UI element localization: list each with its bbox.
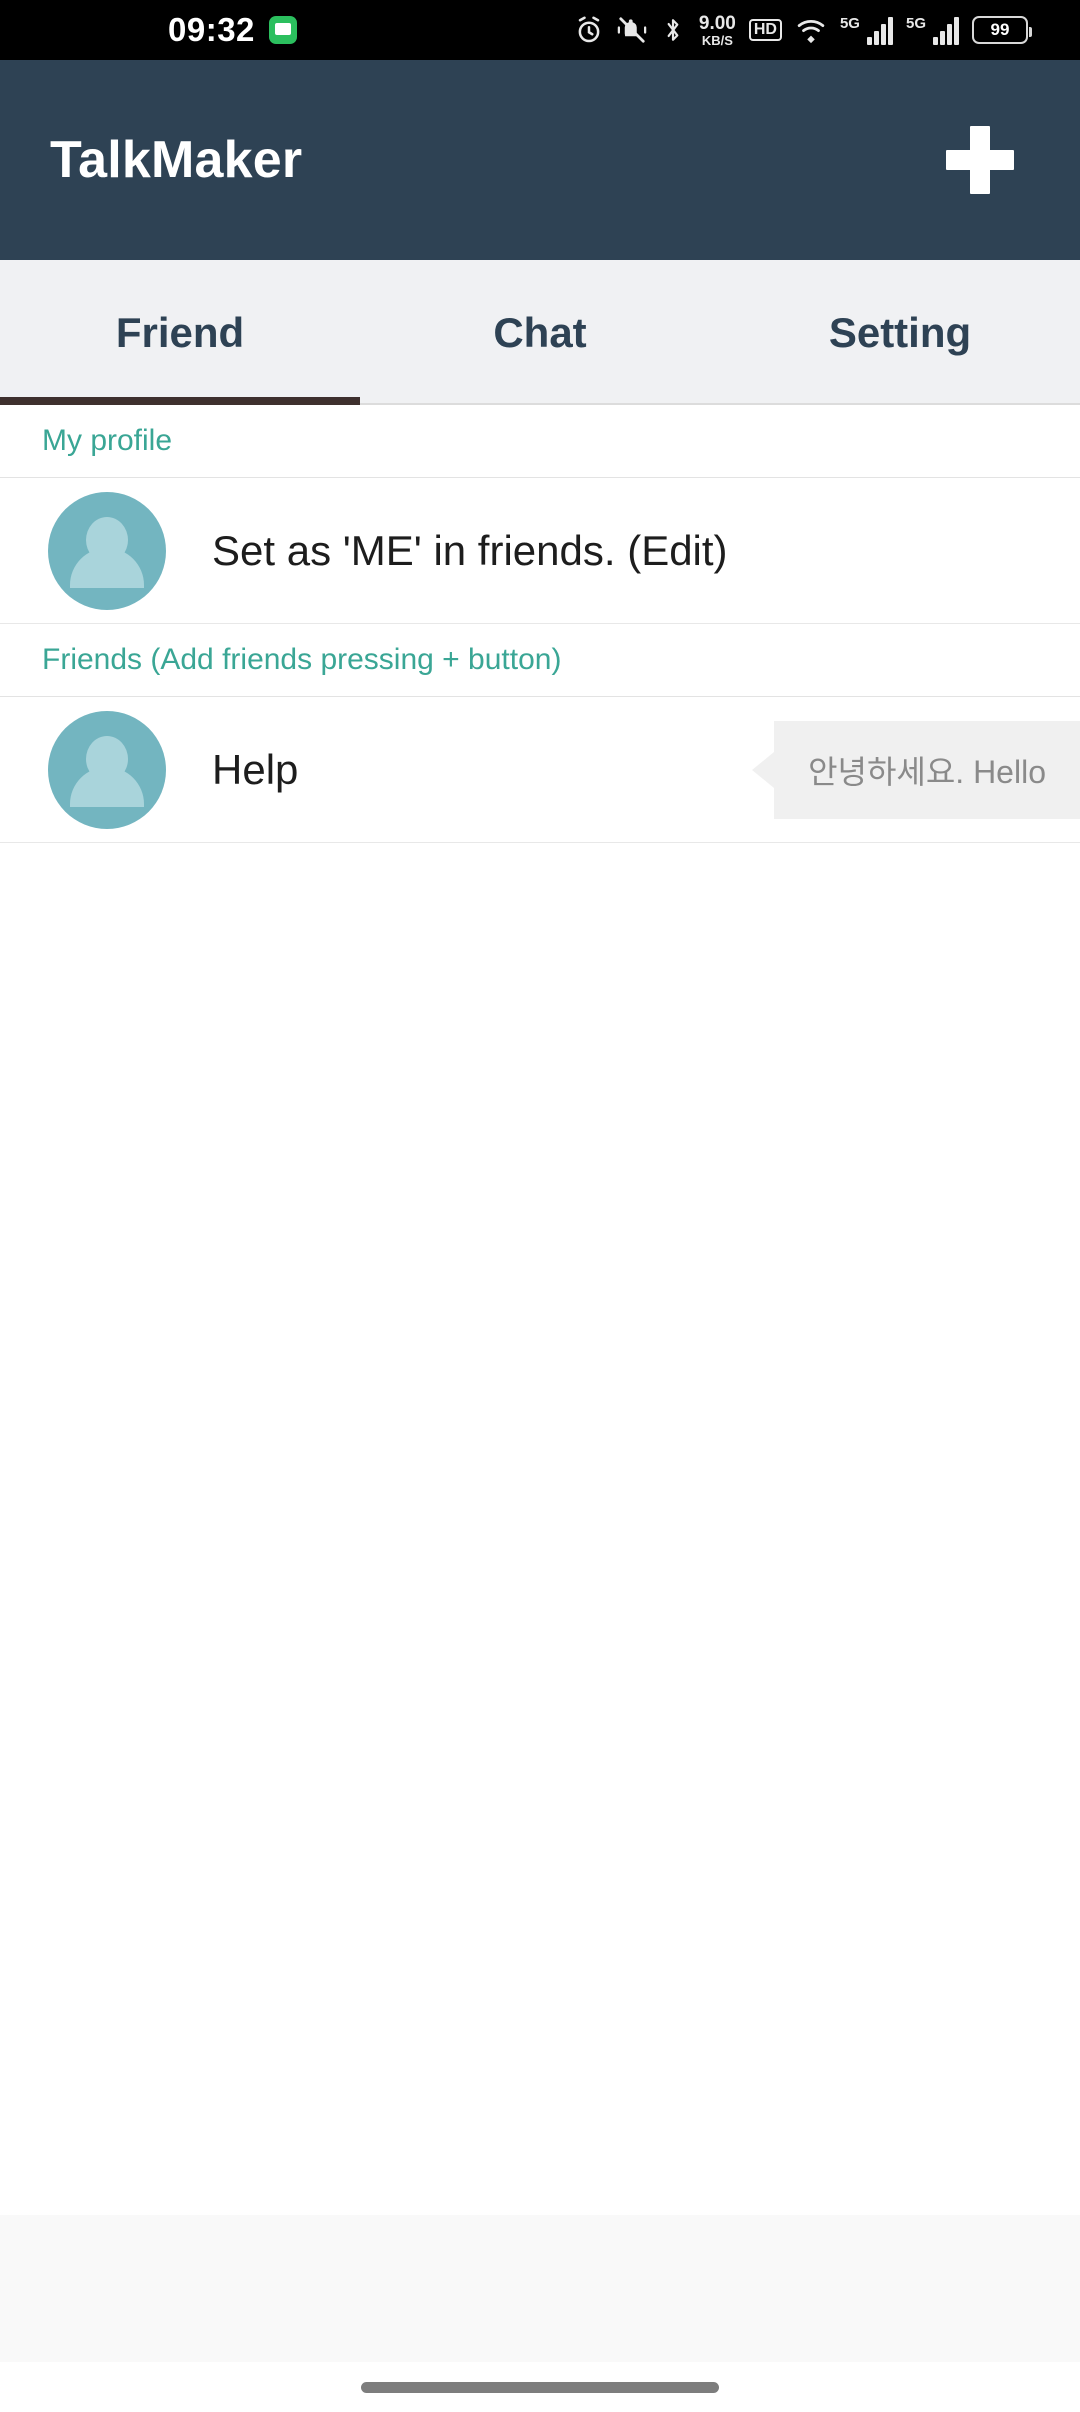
sim2-bars (933, 16, 959, 45)
battery-icon: 99 (972, 16, 1032, 44)
tab-bar: Friend Chat Setting (0, 260, 1080, 405)
person-avatar-icon (48, 710, 166, 829)
tab-setting[interactable]: Setting (720, 260, 1080, 405)
network-speed-indicator: 9.00 KB/S (699, 14, 736, 47)
tab-chat-label: Chat (493, 308, 587, 356)
list-item[interactable]: Set as 'ME' in friends. (Edit) (0, 478, 1080, 624)
profile-row-label: Set as 'ME' in friends. (Edit) (212, 526, 728, 574)
sim1-network-label: 5G (839, 14, 860, 32)
network-speed-unit: KB/S (701, 32, 733, 48)
tab-setting-label: Setting (828, 308, 972, 356)
friend-status-bubble: 안녕하세요. Hello (774, 720, 1080, 819)
list-item[interactable]: Help 안녕하세요. Hello (0, 697, 1080, 843)
person-avatar-icon (48, 491, 166, 610)
battery-level: 99 (990, 20, 1010, 39)
gesture-home-pill[interactable] (361, 2381, 719, 2393)
sim2-network-label: 5G (905, 14, 926, 32)
hd-voice-icon: HD (748, 19, 782, 41)
tab-friend[interactable]: Friend (0, 260, 360, 405)
ad-slot (0, 2215, 1080, 2362)
sim2-signal-icon: 5G (906, 16, 959, 45)
app-screen: 09:32 9.00 KB/S HD 5G 5G 99 TalkMaker Fr… (0, 0, 1080, 2412)
sim1-bars (866, 16, 893, 45)
network-speed-value: 9.00 (698, 12, 736, 34)
bluetooth-icon (667, 19, 679, 41)
app-bar: TalkMaker (0, 60, 1080, 260)
add-friend-button[interactable] (932, 112, 1028, 208)
status-clock: 09:32 (168, 11, 255, 48)
system-navigation-bar (0, 2362, 1080, 2412)
section-header-my-profile: My profile (0, 405, 1080, 478)
status-bar-left: 09:32 (168, 11, 297, 49)
section-header-friends: Friends (Add friends pressing + button) (0, 624, 1080, 697)
status-bar: 09:32 9.00 KB/S HD 5G 5G 99 (0, 0, 1080, 60)
plus-icon (944, 124, 1016, 196)
section-header-friends-label: Friends (Add friends pressing + button) (42, 643, 562, 676)
hd-label: HD (753, 21, 777, 38)
avatar-body (70, 766, 144, 807)
mute-bell-icon (617, 17, 647, 43)
app-title: TalkMaker (50, 131, 303, 189)
section-header-my-profile-label: My profile (42, 424, 173, 457)
tab-chat[interactable]: Chat (360, 260, 720, 405)
avatar-body (70, 547, 144, 588)
message-icon (268, 16, 297, 44)
alarm-icon (578, 16, 600, 43)
sim1-signal-icon: 5G (840, 16, 893, 45)
friend-row-label: Help (212, 745, 299, 793)
status-bar-right: 9.00 KB/S HD 5G 5G 99 (574, 14, 1032, 47)
tab-friend-label: Friend (115, 308, 245, 356)
wifi-icon (797, 20, 825, 44)
friend-list: My profile Set as 'ME' in friends. (Edit… (0, 405, 1080, 843)
